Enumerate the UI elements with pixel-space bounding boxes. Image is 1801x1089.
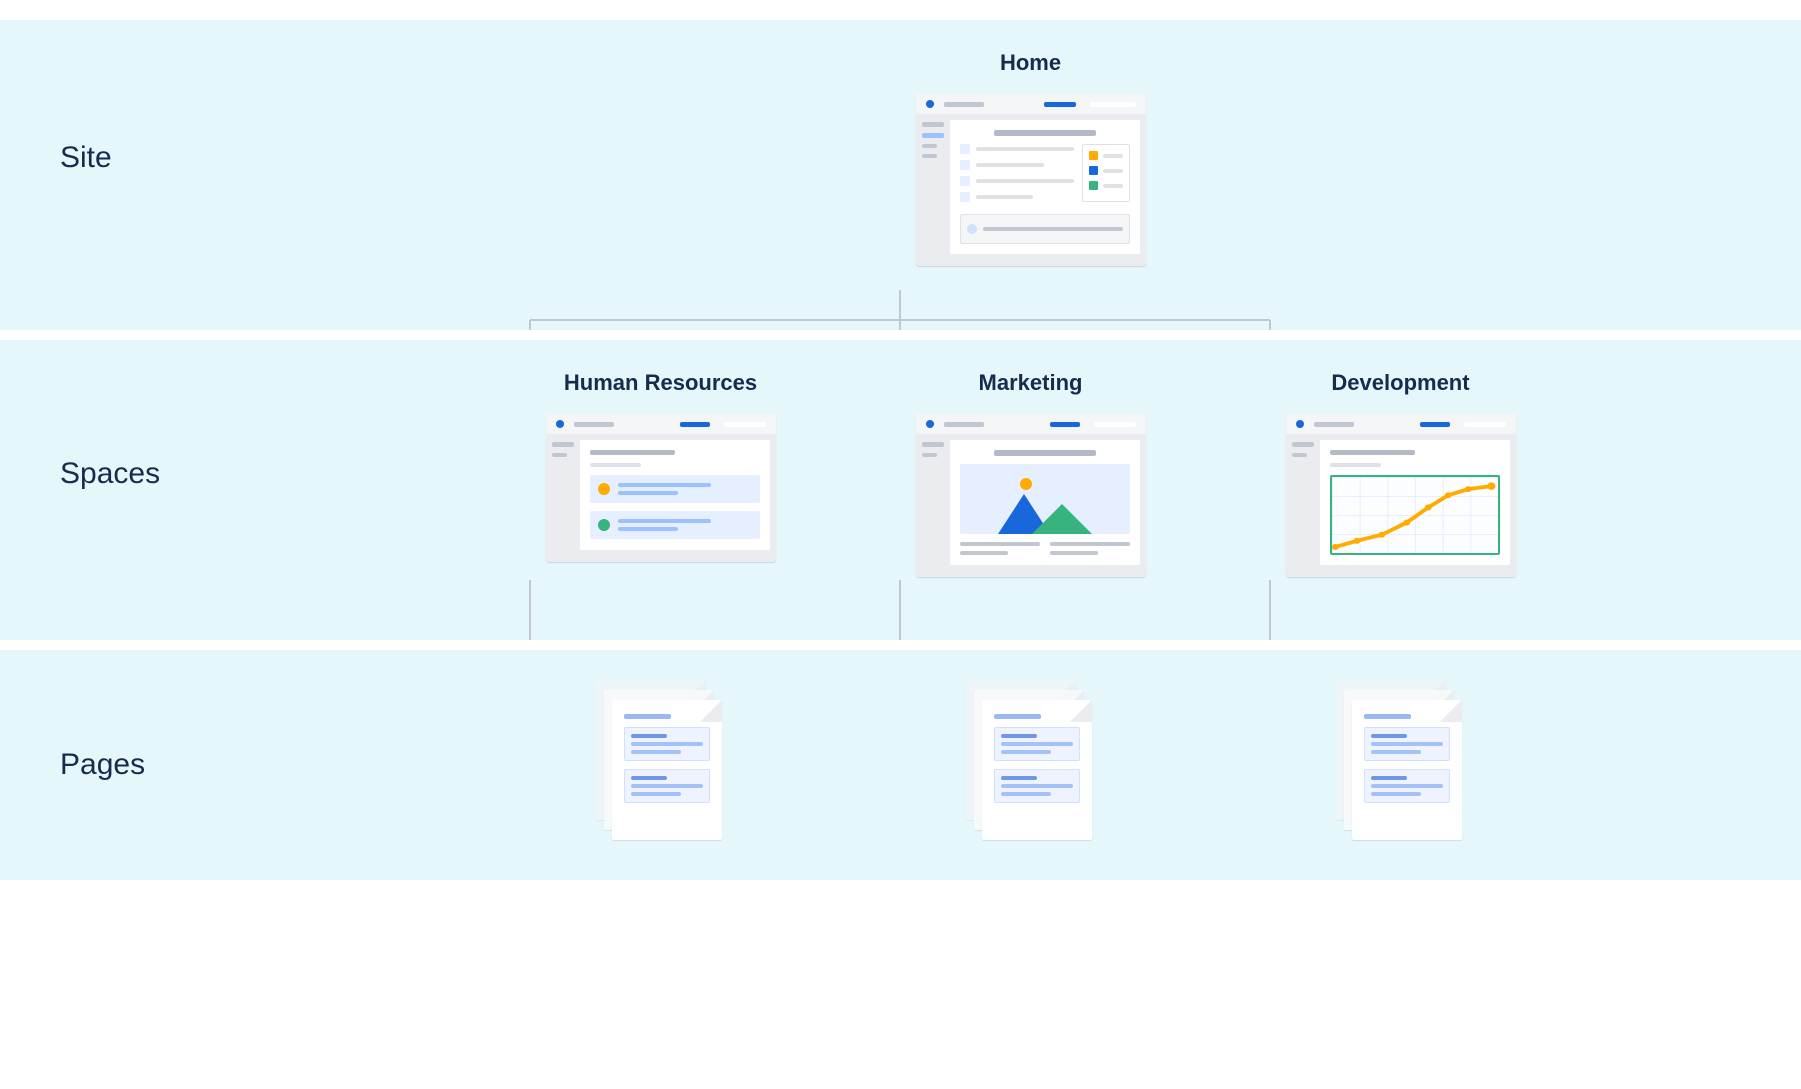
row-pages: Pages xyxy=(0,650,1801,880)
window-dot-icon xyxy=(926,100,934,108)
row-label-site: Site xyxy=(60,141,320,175)
home-mockup xyxy=(916,94,1146,266)
home-footer-card xyxy=(960,214,1130,244)
site-home-node: Home xyxy=(901,50,1161,266)
space-marketing-title: Marketing xyxy=(979,370,1083,396)
row-spaces: Spaces Human Resources xyxy=(0,340,1801,640)
sun-icon xyxy=(1020,478,1032,490)
space-development-title: Development xyxy=(1331,370,1469,396)
row-site: Site Home xyxy=(0,20,1801,330)
window-dot-icon xyxy=(926,420,934,428)
development-mockup xyxy=(1286,414,1516,577)
document-stack-icon xyxy=(966,680,1096,850)
pages-development xyxy=(1271,680,1531,850)
pages-marketing xyxy=(901,680,1161,850)
home-feed xyxy=(960,144,1074,202)
toolbar-line xyxy=(944,102,984,107)
document-stack-icon xyxy=(1336,680,1466,850)
sidebar xyxy=(916,114,950,258)
pages-hr xyxy=(531,680,791,850)
row-label-pages: Pages xyxy=(60,748,320,782)
status-dot-icon xyxy=(598,483,610,495)
line-chart-icon xyxy=(1330,475,1500,555)
window-dot-icon xyxy=(556,420,564,428)
document-stack-icon xyxy=(596,680,726,850)
home-main xyxy=(950,120,1140,254)
hierarchy-diagram: Site Home xyxy=(0,0,1801,910)
mountain-icon xyxy=(1032,504,1092,534)
site-home-title: Home xyxy=(1000,50,1061,76)
space-marketing-node: Marketing xyxy=(901,370,1161,577)
toolbar-search xyxy=(1090,102,1136,107)
hr-list-item xyxy=(590,511,760,539)
status-dot-icon xyxy=(598,519,610,531)
space-development-node: Development xyxy=(1271,370,1531,577)
marketing-mockup xyxy=(916,414,1146,577)
hr-mockup xyxy=(546,414,776,562)
space-hr-node: Human Resources xyxy=(531,370,791,577)
toolbar-active-tab xyxy=(1044,102,1076,107)
window-dot-icon xyxy=(1296,420,1304,428)
image-placeholder-icon xyxy=(960,464,1130,534)
hr-list-item xyxy=(590,475,760,503)
space-hr-title: Human Resources xyxy=(564,370,757,396)
row-label-spaces: Spaces xyxy=(60,457,320,491)
home-widget xyxy=(1082,144,1130,202)
